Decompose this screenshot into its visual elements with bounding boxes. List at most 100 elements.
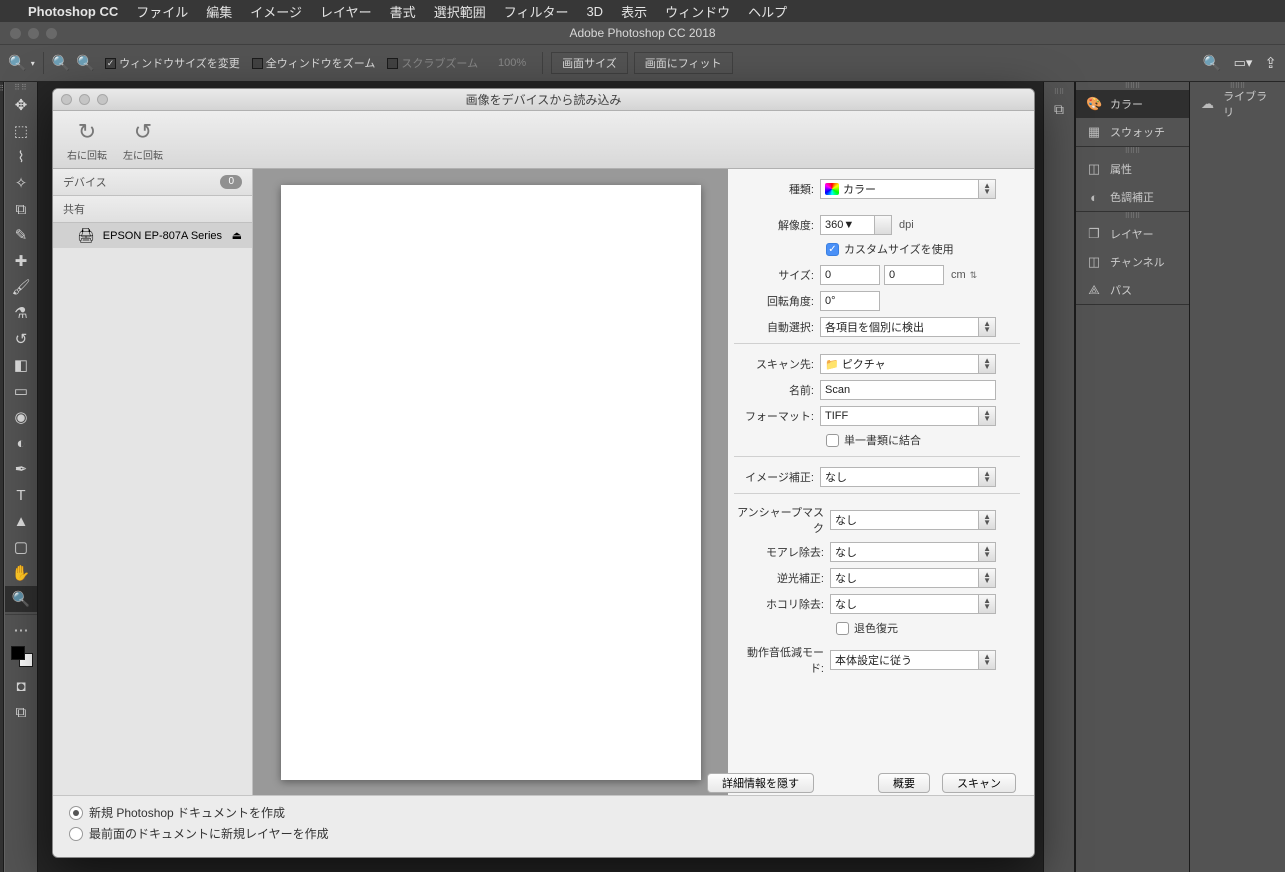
angle-input[interactable]: 0° xyxy=(820,291,880,311)
app-menu[interactable]: Photoshop CC xyxy=(28,4,118,19)
share-icon[interactable]: ⇪ xyxy=(1264,54,1277,72)
menu-select[interactable]: 選択範囲 xyxy=(434,2,486,21)
fade-restore-label: 退色復元 xyxy=(854,620,898,636)
new-layer-radio[interactable] xyxy=(69,827,83,841)
minimize-window-icon[interactable] xyxy=(28,28,39,39)
history-brush-tool-icon[interactable]: ↺ xyxy=(5,326,37,352)
panel-tab-library[interactable]: ☁ライブラリ xyxy=(1190,90,1285,118)
size-unit[interactable]: cm xyxy=(951,269,966,281)
crop-tool-icon[interactable]: ⧉ xyxy=(5,196,37,222)
zoom-all-checkbox[interactable] xyxy=(252,58,263,69)
pen-tool-icon[interactable]: ✒ xyxy=(5,456,37,482)
menu-file[interactable]: ファイル xyxy=(136,2,188,21)
fit-on-screen-button[interactable]: 画面にフィット xyxy=(634,52,733,74)
stamp-tool-icon[interactable]: ⚗ xyxy=(5,300,37,326)
color-swatches[interactable] xyxy=(5,643,37,673)
magic-wand-tool-icon[interactable]: ✧ xyxy=(5,170,37,196)
menu-filter[interactable]: フィルター xyxy=(504,2,569,21)
zoom-value-input[interactable] xyxy=(490,57,534,69)
quickmask-icon[interactable]: ◘ xyxy=(5,673,37,699)
dodge-tool-icon[interactable]: ◐ xyxy=(5,430,37,456)
lasso-tool-icon[interactable]: ⌇ xyxy=(5,144,37,170)
workspace-switcher-icon[interactable]: ▭▾ xyxy=(1234,55,1253,71)
panel-tab-paths[interactable]: ⟁パス xyxy=(1076,276,1189,304)
panel-tab-adjustments[interactable]: ◐色調補正 xyxy=(1076,183,1189,211)
menu-image[interactable]: イメージ xyxy=(250,2,302,21)
rotate-right-button[interactable]: ↻ 右に回転 xyxy=(67,117,107,162)
panel-tab-layers[interactable]: ❐レイヤー xyxy=(1076,220,1189,248)
hand-tool-icon[interactable]: ✋ xyxy=(5,560,37,586)
menu-3d[interactable]: 3D xyxy=(586,4,603,19)
dialog-zoom-icon[interactable] xyxy=(97,94,108,105)
hide-details-button[interactable]: 詳細情報を隠す xyxy=(707,773,814,793)
rotate-left-button[interactable]: ↺ 左に回転 xyxy=(123,117,163,162)
marquee-tool-icon[interactable]: ⬚ xyxy=(5,118,37,144)
panel-tab-channels[interactable]: ◫チャンネル xyxy=(1076,248,1189,276)
search-icon[interactable]: 🔍 xyxy=(1203,54,1222,72)
dropdown-icon[interactable]: ▾ xyxy=(31,59,35,68)
scrub-zoom-checkbox xyxy=(387,58,398,69)
size-height-input[interactable]: 0 xyxy=(884,265,944,285)
panel-tab-color[interactable]: 🎨カラー xyxy=(1076,90,1189,118)
gradient-tool-icon[interactable]: ▭ xyxy=(5,378,37,404)
panel-tab-swatches[interactable]: ▦スウォッチ xyxy=(1076,118,1189,146)
moire-select[interactable]: なし▲▼ xyxy=(830,542,996,562)
foreground-color-swatch[interactable] xyxy=(11,646,25,660)
dialog-close-icon[interactable] xyxy=(61,94,72,105)
maximize-window-icon[interactable] xyxy=(46,28,57,39)
backlight-select[interactable]: なし▲▼ xyxy=(830,568,996,588)
panel-tab-properties[interactable]: ◫属性 xyxy=(1076,155,1189,183)
type-tool-icon[interactable]: T xyxy=(5,482,37,508)
scan-preview[interactable] xyxy=(253,169,728,795)
dust-select[interactable]: なし▲▼ xyxy=(830,594,996,614)
size-label: サイズ: xyxy=(734,267,820,283)
unsharp-select[interactable]: なし▲▼ xyxy=(830,510,996,530)
resolution-combo[interactable]: 360▼ xyxy=(820,215,892,235)
fit-screen-button[interactable]: 画面サイズ xyxy=(551,52,628,74)
healing-tool-icon[interactable]: ✚ xyxy=(5,248,37,274)
overview-button[interactable]: 概要 xyxy=(878,773,930,793)
shape-tool-icon[interactable]: ▢ xyxy=(5,534,37,560)
scan-button[interactable]: スキャン xyxy=(942,773,1016,793)
menu-edit[interactable]: 編集 xyxy=(206,2,232,21)
move-tool-icon[interactable]: ✥ xyxy=(5,92,37,118)
size-unit-stepper-icon[interactable]: ⇅ xyxy=(970,270,978,281)
edit-toolbar-icon[interactable]: ⋯ xyxy=(5,617,37,643)
imgcorr-select[interactable]: なし▲▼ xyxy=(820,467,996,487)
menu-type[interactable]: 書式 xyxy=(390,2,416,21)
close-window-icon[interactable] xyxy=(10,28,21,39)
dialog-minimize-icon[interactable] xyxy=(79,94,90,105)
eject-icon[interactable]: ⏏ xyxy=(232,229,242,242)
name-input[interactable]: Scan xyxy=(820,380,996,400)
format-select[interactable]: TIFF▲▼ xyxy=(820,406,996,426)
menu-window[interactable]: ウィンドウ xyxy=(665,2,730,21)
fade-restore-checkbox[interactable] xyxy=(836,622,849,635)
tool-preset-icon[interactable]: 🔍 xyxy=(8,54,27,72)
history-panel-icon[interactable]: ⧉ xyxy=(1044,96,1074,122)
autoselect-select[interactable]: 各項目を個別に検出▲▼ xyxy=(820,317,996,337)
blur-tool-icon[interactable]: ◉ xyxy=(5,404,37,430)
menu-view[interactable]: 表示 xyxy=(621,2,647,21)
new-document-radio[interactable] xyxy=(69,806,83,820)
custom-size-checkbox[interactable]: ✓ xyxy=(826,243,839,256)
zoom-out-icon[interactable]: 🔍 xyxy=(76,54,95,72)
zoom-in-icon[interactable]: 🔍 xyxy=(52,54,71,72)
combine-checkbox[interactable] xyxy=(826,434,839,447)
dialog-titlebar: 画像をデバイスから読み込み xyxy=(53,89,1034,111)
menu-help[interactable]: ヘルプ xyxy=(748,2,787,21)
resize-window-checkbox[interactable] xyxy=(105,58,116,69)
screenmode-icon[interactable]: ⧉ xyxy=(5,699,37,725)
swatches-icon: ▦ xyxy=(1086,124,1102,140)
rotate-right-label: 右に回転 xyxy=(67,147,107,162)
eraser-tool-icon[interactable]: ◧ xyxy=(5,352,37,378)
quiet-select[interactable]: 本体設定に従う▲▼ xyxy=(830,650,996,670)
sidebar-item-printer[interactable]: 🖨 EPSON EP-807A Series ⏏ xyxy=(53,223,252,248)
eyedropper-tool-icon[interactable]: ✎ xyxy=(5,222,37,248)
scanto-select[interactable]: 📁ピクチャ▲▼ xyxy=(820,354,996,374)
zoom-tool-icon[interactable]: 🔍 xyxy=(5,586,37,612)
path-select-tool-icon[interactable]: ▲ xyxy=(5,508,37,534)
size-width-input[interactable]: 0 xyxy=(820,265,880,285)
menu-layer[interactable]: レイヤー xyxy=(320,2,372,21)
brush-tool-icon[interactable]: 🖌 xyxy=(5,274,37,300)
kind-select[interactable]: カラー▲▼ xyxy=(820,179,996,199)
